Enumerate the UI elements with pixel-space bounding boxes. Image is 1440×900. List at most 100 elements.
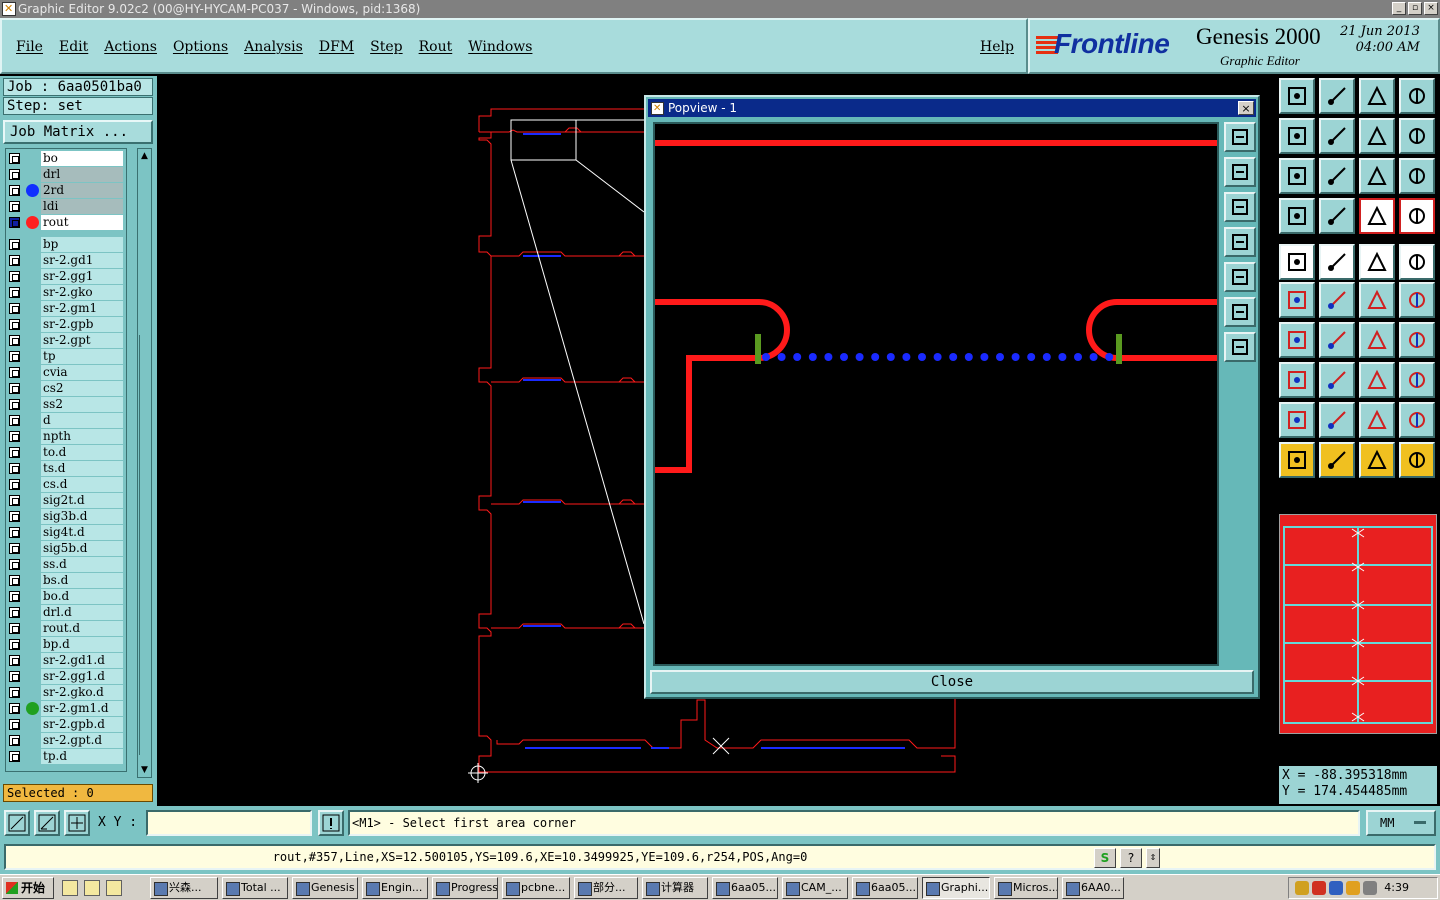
layer-checkbox[interactable] — [9, 217, 20, 228]
diagonal-icon[interactable] — [1319, 322, 1355, 358]
pop-right-icon[interactable] — [1224, 262, 1256, 292]
mirror-icon[interactable] — [1399, 118, 1435, 154]
layer-row[interactable]: sr-2.gko.d — [6, 685, 126, 700]
layer-row[interactable]: bs.d — [6, 573, 126, 588]
tray-icon[interactable] — [1295, 881, 1309, 895]
layer-checkbox[interactable] — [9, 367, 20, 378]
popview-close-icon[interactable]: × — [1238, 101, 1254, 115]
route-icon[interactable] — [1399, 442, 1435, 478]
layer-checkbox[interactable] — [9, 575, 20, 586]
scale-1-2-icon[interactable] — [1359, 158, 1395, 194]
menu-analysis[interactable]: Analysis — [244, 39, 303, 55]
layer-row[interactable]: sr-2.gko — [6, 285, 126, 300]
layer-checkbox[interactable] — [9, 463, 20, 474]
close-window-button[interactable]: × — [1424, 2, 1438, 15]
menu-dfm[interactable]: DFM — [319, 39, 354, 55]
angle-icon[interactable] — [1279, 322, 1315, 358]
rotate-icon[interactable] — [1319, 244, 1355, 280]
pop-up-icon[interactable] — [1224, 157, 1256, 187]
layer-row[interactable]: sr-2.gpb.d — [6, 717, 126, 732]
measure-icon[interactable] — [34, 810, 60, 836]
pointer-box-icon[interactable] — [1319, 442, 1355, 478]
triangle-b-icon[interactable] — [1359, 402, 1395, 438]
scroll-down-icon[interactable]: ▼ — [139, 764, 150, 776]
tray-icon[interactable] — [1312, 881, 1326, 895]
layer-checkbox[interactable] — [9, 447, 20, 458]
cluster-icon[interactable] — [1399, 362, 1435, 398]
layer-checkbox[interactable] — [9, 687, 20, 698]
grid-icon[interactable] — [64, 810, 90, 836]
tray-icon[interactable] — [1363, 881, 1377, 895]
info-icon[interactable] — [318, 810, 344, 836]
menu-windows[interactable]: Windows — [468, 39, 532, 55]
menu-file[interactable]: File — [16, 39, 43, 55]
layer-checkbox[interactable] — [9, 153, 20, 164]
layer-checkbox[interactable] — [9, 399, 20, 410]
overview-map[interactable] — [1279, 514, 1437, 734]
layer-checkbox[interactable] — [9, 201, 20, 212]
layer-checkbox[interactable] — [9, 527, 20, 538]
layer-checkbox[interactable] — [9, 383, 20, 394]
layer-checkbox[interactable] — [9, 751, 20, 762]
layer-checkbox[interactable] — [9, 591, 20, 602]
split-view-icon[interactable] — [1399, 78, 1435, 114]
popview-canvas[interactable] — [653, 122, 1221, 666]
taskbar-item[interactable]: Micros... — [994, 877, 1058, 899]
layer-checkbox[interactable] — [9, 719, 20, 730]
layer-checkbox[interactable] — [9, 351, 20, 362]
layer-row[interactable]: npth — [6, 429, 126, 444]
pan-left-icon[interactable] — [1279, 118, 1315, 154]
layer-stack-red-icon[interactable] — [1399, 198, 1435, 234]
home-icon[interactable] — [1359, 78, 1395, 114]
cross-icon[interactable] — [1319, 282, 1355, 318]
window-titlebar[interactable]: Graphic Editor 9.02c2 (00@HY-HYCAM-PC037… — [0, 0, 1440, 18]
popview-close-button[interactable]: Close — [650, 670, 1254, 694]
layer-checkbox[interactable] — [9, 255, 20, 266]
layer-checkbox[interactable] — [9, 703, 20, 714]
layer-checkbox[interactable] — [9, 335, 20, 346]
taskbar-item[interactable]: 部分... — [574, 877, 638, 899]
layer-row[interactable]: bp — [6, 237, 126, 252]
triangle-a-icon[interactable] — [1319, 402, 1355, 438]
layer-checkbox[interactable] — [9, 671, 20, 682]
pad-icon[interactable] — [1279, 244, 1315, 280]
layer-row[interactable]: ldi — [6, 199, 126, 214]
pop-center-icon[interactable] — [1224, 332, 1256, 362]
layer-checkbox[interactable] — [9, 655, 20, 666]
taskbar-item[interactable]: 兴森... — [150, 877, 218, 899]
pop-left-icon[interactable] — [1224, 227, 1256, 257]
menu-help[interactable]: Help — [980, 39, 1014, 55]
taskbar-item[interactable]: Progress — [432, 877, 498, 899]
layer-stack-icon[interactable] — [1359, 198, 1395, 234]
popview-titlebar[interactable]: Popview - 1 × — [648, 99, 1256, 118]
start-button[interactable]: 开始 — [2, 877, 54, 899]
taskbar-item[interactable]: CAM_... — [782, 877, 848, 899]
layer-row[interactable]: sr-2.gpt — [6, 333, 126, 348]
layer-checkbox[interactable] — [9, 511, 20, 522]
minimize-button[interactable]: _ — [1392, 2, 1406, 15]
layer-checkbox[interactable] — [9, 185, 20, 196]
taskbar-item[interactable]: 6AA0... — [1062, 877, 1124, 899]
layer-checkbox[interactable] — [9, 319, 20, 330]
text-icon[interactable] — [1399, 322, 1435, 358]
query-icon[interactable] — [1399, 158, 1435, 194]
layer-checkbox[interactable] — [9, 495, 20, 506]
layer-row[interactable]: d — [6, 413, 126, 428]
layer-row[interactable]: sr-2.gpt.d — [6, 733, 126, 748]
show-desktop-icon[interactable] — [62, 880, 78, 896]
taskbar-item[interactable]: Total ... — [222, 877, 288, 899]
arc-icon[interactable] — [1359, 322, 1395, 358]
pop-down-icon[interactable] — [1224, 192, 1256, 222]
layer-row[interactable]: ts.d — [6, 461, 126, 476]
layer-row[interactable]: drl.d — [6, 605, 126, 620]
tray-icon[interactable] — [1346, 881, 1360, 895]
layer-row[interactable]: sr-2.gg1 — [6, 269, 126, 284]
layer-checkbox[interactable] — [9, 639, 20, 650]
layer-row[interactable]: sr-2.gpb — [6, 317, 126, 332]
zoom-home-icon[interactable] — [1279, 78, 1315, 114]
layer-row[interactable]: 2rd — [6, 183, 126, 198]
xy-input[interactable] — [146, 810, 312, 836]
node-icon[interactable] — [1279, 362, 1315, 398]
layer-checkbox[interactable] — [9, 239, 20, 250]
maximize-button[interactable]: ▫ — [1408, 2, 1422, 15]
